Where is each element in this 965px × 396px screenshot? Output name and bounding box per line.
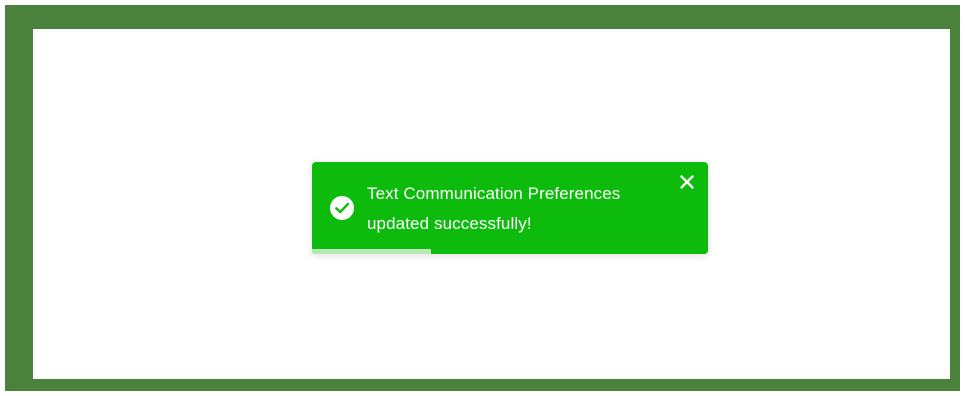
content-area: Text Communication Preferences updated s…: [33, 29, 950, 379]
toast-message-line1: Text Communication Preferences: [367, 184, 621, 203]
success-toast: Text Communication Preferences updated s…: [312, 162, 708, 254]
toast-message: Text Communication Preferences updated s…: [367, 179, 667, 239]
toast-progress-track: [312, 249, 708, 254]
close-icon[interactable]: [679, 174, 695, 190]
toast-progress-fill: [312, 249, 431, 254]
check-circle-icon: [330, 196, 354, 220]
toast-message-line2: updated successfully!: [367, 214, 532, 233]
